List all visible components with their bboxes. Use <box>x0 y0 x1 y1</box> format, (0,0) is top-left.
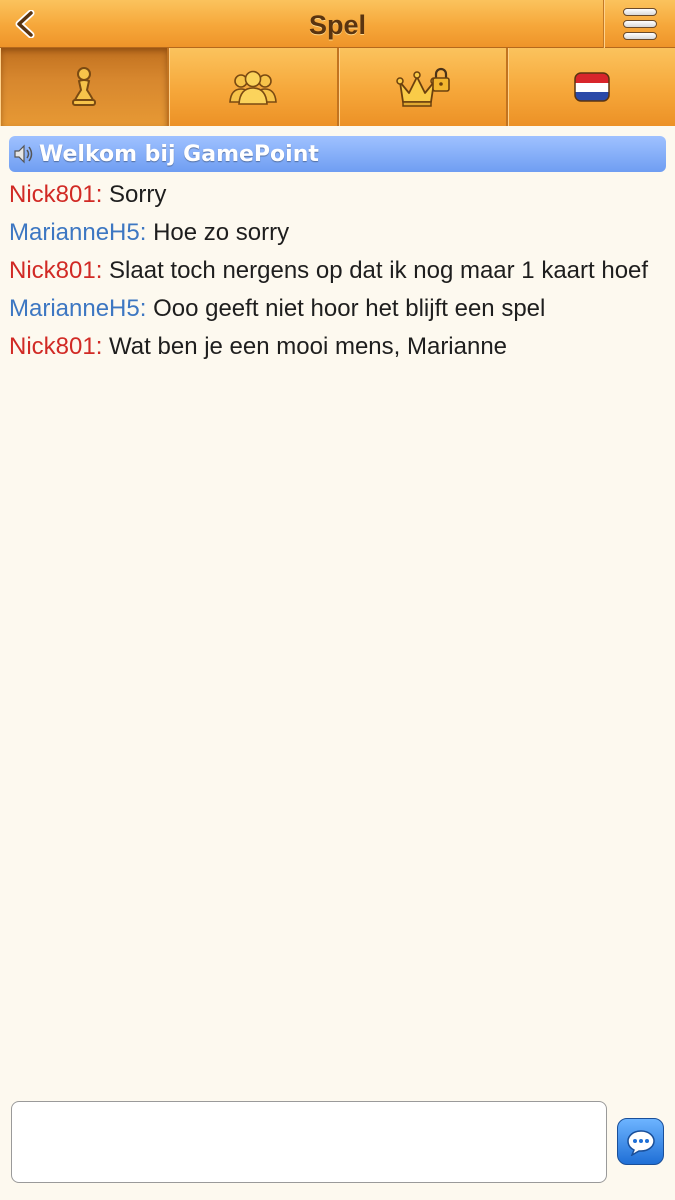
send-button[interactable] <box>617 1118 664 1165</box>
message-text: Slaat toch nergens op dat ik nog maar 1 … <box>109 257 649 284</box>
page-title: Spel <box>308 10 367 40</box>
pawn-icon <box>72 67 97 106</box>
menu-icon <box>622 8 657 40</box>
welcome-text: Welkom bij GamePoint <box>39 141 319 167</box>
menu-button[interactable] <box>603 0 675 48</box>
message-author[interactable]: Nick801: <box>9 333 102 360</box>
people-icon <box>229 70 278 105</box>
chat-message: Nick801: Sorry <box>9 178 666 216</box>
tab-players[interactable] <box>169 48 339 126</box>
top-bar: Spel <box>0 0 675 48</box>
message-text: Wat ben je een mooi mens, Marianne <box>109 333 508 360</box>
message-list: Nick801: Sorry MarianneH5: Hoe zo sorry … <box>9 178 666 368</box>
message-author[interactable]: Nick801: <box>9 257 102 284</box>
dutch-flag-icon <box>574 72 610 102</box>
tab-language[interactable] <box>507 48 675 126</box>
message-author[interactable]: Nick801: <box>9 181 102 208</box>
speaker-icon <box>11 142 35 166</box>
message-text: Hoe zo sorry <box>153 219 290 246</box>
message-author[interactable]: MarianneH5: <box>9 219 146 246</box>
message-text: Ooo geeft niet hoor het blijft een spel <box>153 295 546 322</box>
tab-vip[interactable] <box>338 48 508 126</box>
message-text: Sorry <box>109 181 167 208</box>
chat-message: MarianneH5: Hoe zo sorry <box>9 216 666 254</box>
chat-input[interactable] <box>11 1101 607 1183</box>
chat-panel: Welkom bij GamePoint Nick801: Sorry Mari… <box>9 136 666 368</box>
chat-message: Nick801: Slaat toch nergens op dat ik no… <box>9 254 666 292</box>
tab-bar <box>0 48 675 126</box>
welcome-banner: Welkom bij GamePoint <box>9 136 666 172</box>
chat-bubble-icon <box>626 1129 655 1156</box>
crown-lock-icon <box>395 67 450 107</box>
chat-message: Nick801: Wat ben je een mooi mens, Maria… <box>9 330 666 368</box>
tab-game[interactable] <box>0 48 170 126</box>
message-author[interactable]: MarianneH5: <box>9 295 146 322</box>
chat-message: MarianneH5: Ooo geeft niet hoor het blij… <box>9 292 666 330</box>
